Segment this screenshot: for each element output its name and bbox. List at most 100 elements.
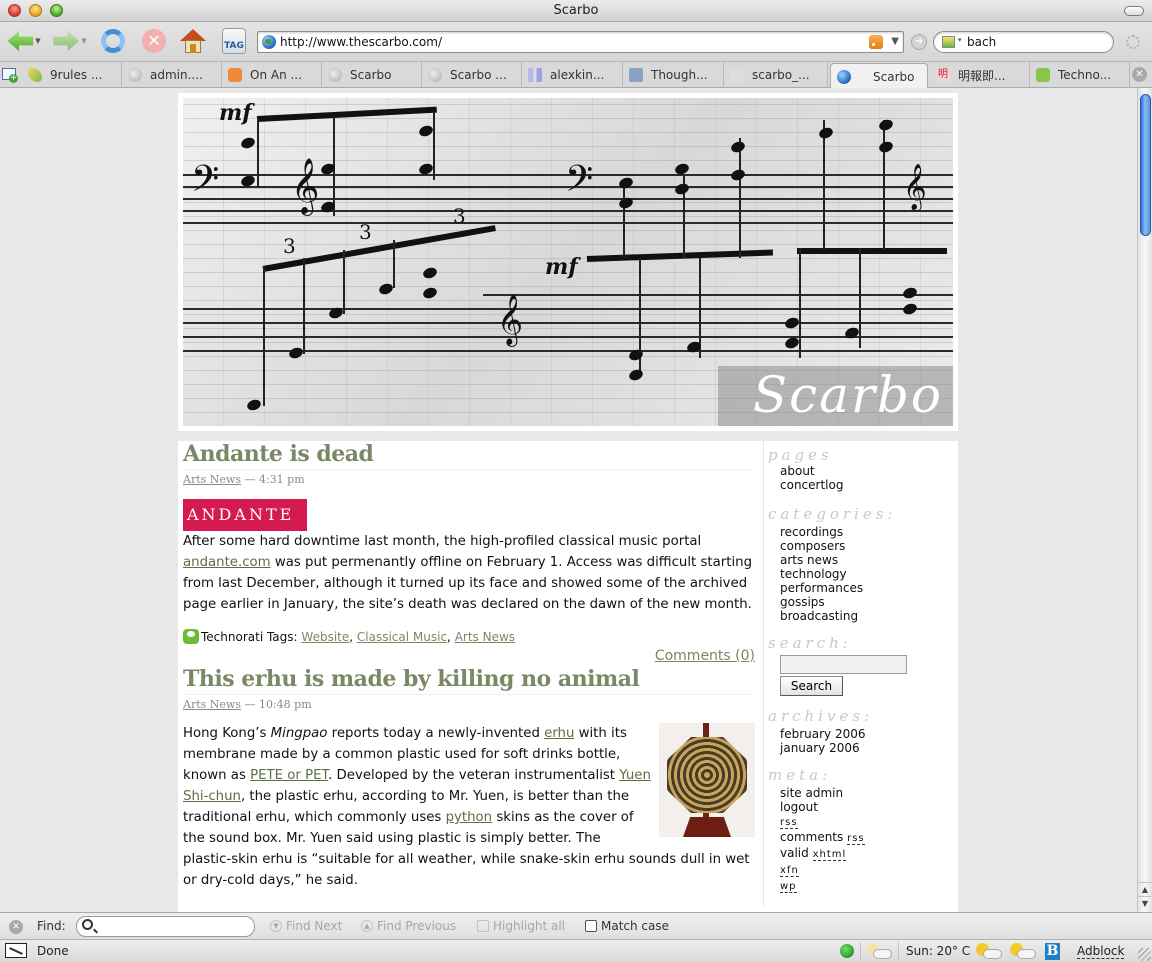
rss-feed-icon[interactable] bbox=[869, 35, 883, 49]
scrollbar-thumb[interactable] bbox=[1140, 94, 1151, 236]
archive-link[interactable]: january 2006 bbox=[780, 741, 958, 755]
tag-button[interactable]: TAG bbox=[220, 27, 248, 55]
close-tab-button[interactable]: ✕ bbox=[1132, 67, 1147, 82]
erhu-link[interactable]: erhu bbox=[544, 726, 574, 741]
weather-tomorrow[interactable] bbox=[1010, 942, 1036, 960]
leaf-icon bbox=[28, 68, 42, 82]
category-link[interactable]: performances bbox=[780, 581, 958, 595]
pet-link[interactable]: PETE or PET bbox=[250, 768, 328, 783]
search-engine-icon[interactable] bbox=[942, 36, 955, 48]
site-title[interactable]: Scarbo bbox=[753, 366, 943, 424]
valid-prefix[interactable]: valid bbox=[780, 846, 809, 860]
search-input[interactable]: bach bbox=[967, 35, 996, 49]
url-history-dropdown-icon[interactable]: ▼ bbox=[891, 36, 899, 47]
b-extension-button[interactable]: B bbox=[1045, 942, 1060, 960]
category-link[interactable]: gossips bbox=[780, 595, 958, 609]
archive-link[interactable]: february 2006 bbox=[780, 727, 958, 741]
new-tab-button[interactable] bbox=[2, 68, 18, 83]
page-link-concertlog[interactable]: concertlog bbox=[780, 478, 958, 492]
tab-9rules[interactable]: 9rules ... bbox=[22, 62, 122, 88]
comments-rss-prefix[interactable]: comments bbox=[780, 830, 843, 844]
tag-link[interactable]: Classical Music bbox=[357, 630, 447, 644]
forward-history-dropdown-icon[interactable]: ▼ bbox=[81, 37, 86, 45]
comments-rss-link[interactable]: rss bbox=[847, 833, 865, 845]
url-text[interactable]: http://www.thescarbo.com/ bbox=[280, 35, 442, 49]
forward-button[interactable]: ▼ bbox=[52, 27, 88, 55]
post-category-link[interactable]: Arts News bbox=[183, 698, 241, 711]
home-button[interactable] bbox=[178, 27, 208, 55]
rss-link[interactable]: rss bbox=[780, 817, 798, 829]
window-resize-grip[interactable] bbox=[1138, 948, 1151, 961]
tab-technorati[interactable]: Techno... bbox=[1030, 62, 1130, 88]
match-case-checkbox[interactable]: Match case bbox=[585, 919, 669, 933]
tag-link[interactable]: Website bbox=[301, 630, 349, 644]
green-status-indicator[interactable] bbox=[840, 942, 854, 960]
tab-mingpao[interactable]: 明 明報即... bbox=[930, 62, 1030, 88]
scroll-down-arrow-icon[interactable]: ▼ bbox=[1138, 896, 1152, 910]
technorati-icon bbox=[183, 629, 199, 644]
stop-button[interactable]: ✕ bbox=[140, 27, 168, 55]
tab-admin[interactable]: admin.... bbox=[122, 62, 222, 88]
tab-thoughts[interactable]: Though... bbox=[623, 62, 724, 88]
header-sheet-music-image[interactable]: 𝄢 𝄞 𝄢 𝄞 𝄞 mf mf 3 3 3 Scarbo bbox=[183, 98, 953, 426]
find-previous-button[interactable]: ▲ Find Previous bbox=[361, 919, 456, 933]
post-time: 10:48 pm bbox=[258, 698, 312, 711]
andante-link[interactable]: andante.com bbox=[183, 555, 271, 570]
weather-text: Sun: 20° C bbox=[906, 944, 971, 958]
category-link[interactable]: composers bbox=[780, 539, 958, 553]
scroll-up-arrow-icon[interactable]: ▲ bbox=[1138, 882, 1152, 896]
comments-rss-item: comments rss bbox=[780, 830, 958, 846]
tab-scarbo-underscore[interactable]: scarbo_... bbox=[724, 62, 828, 88]
category-link[interactable]: arts news bbox=[780, 553, 958, 567]
comments: Comments (0) bbox=[183, 648, 755, 664]
tag-link[interactable]: Arts News bbox=[455, 630, 515, 644]
weather-forecast[interactable]: Sun: 20° C bbox=[906, 942, 1003, 960]
andante-logo: ANDANTE bbox=[183, 499, 307, 531]
category-link[interactable]: technology bbox=[780, 567, 958, 581]
note-head bbox=[729, 139, 747, 155]
tab-scarbo-1[interactable]: Scarbo bbox=[322, 62, 422, 88]
xhtml-link[interactable]: xhtml bbox=[812, 849, 847, 861]
find-input[interactable] bbox=[76, 916, 255, 937]
toolbar-toggle-button[interactable] bbox=[1124, 6, 1144, 16]
default-page-icon bbox=[328, 68, 342, 82]
wordpress-link[interactable]: wp bbox=[780, 881, 797, 893]
note-stem bbox=[343, 250, 345, 314]
reload-button[interactable] bbox=[98, 27, 128, 55]
logout-link[interactable]: logout bbox=[780, 800, 958, 814]
sidebar-search-input[interactable] bbox=[780, 655, 907, 674]
meta-separator: — bbox=[244, 473, 256, 486]
python-link[interactable]: python bbox=[446, 810, 493, 825]
page-link-about[interactable]: about bbox=[780, 464, 958, 478]
tab-alexkin[interactable]: alexkin... bbox=[522, 62, 623, 88]
back-button[interactable]: ▼ bbox=[6, 27, 42, 55]
tab-scarbo-active[interactable]: Scarbo bbox=[830, 63, 928, 89]
wp-item: wp bbox=[780, 878, 958, 894]
url-bar[interactable]: http://www.thescarbo.com/ ▼ bbox=[257, 31, 904, 53]
tab-on-an[interactable]: On An ... bbox=[222, 62, 322, 88]
go-button[interactable]: ➔ bbox=[911, 34, 927, 50]
search-bar[interactable]: ▾ bach bbox=[933, 31, 1114, 53]
highlight-all-button[interactable]: Highlight all bbox=[477, 919, 565, 933]
site-admin-link[interactable]: site admin bbox=[780, 786, 958, 800]
category-link[interactable]: broadcasting bbox=[780, 609, 958, 623]
comments-link[interactable]: Comments (0) bbox=[655, 648, 755, 664]
find-next-button[interactable]: ▼ Find Next bbox=[270, 919, 342, 933]
sidebar-search-button[interactable]: Search bbox=[780, 676, 843, 696]
back-history-dropdown-icon[interactable]: ▼ bbox=[35, 37, 40, 45]
post-title[interactable]: This erhu is made by killing no animal bbox=[183, 666, 755, 695]
vertical-scrollbar[interactable]: ▲ ▼ bbox=[1137, 88, 1152, 912]
arrow-up-circle-icon: ▲ bbox=[361, 920, 373, 932]
default-page-icon bbox=[128, 68, 142, 82]
category-link[interactable]: recordings bbox=[780, 525, 958, 539]
post-title[interactable]: Andante is dead bbox=[183, 441, 755, 470]
post-category-link[interactable]: Arts News bbox=[183, 473, 241, 486]
find-close-button[interactable]: ✕ bbox=[9, 920, 23, 934]
weather-night-button[interactable] bbox=[866, 942, 892, 960]
tab-scarbo-2[interactable]: Scarbo ... bbox=[422, 62, 522, 88]
tab-label: Scarbo bbox=[350, 68, 392, 82]
search-engine-dropdown-icon[interactable]: ▾ bbox=[958, 36, 962, 44]
adblock-button[interactable]: Adblock bbox=[1077, 942, 1125, 960]
body-text: . Developed by the veteran instrumentali… bbox=[328, 768, 620, 783]
xfn-link[interactable]: xfn bbox=[780, 865, 799, 877]
